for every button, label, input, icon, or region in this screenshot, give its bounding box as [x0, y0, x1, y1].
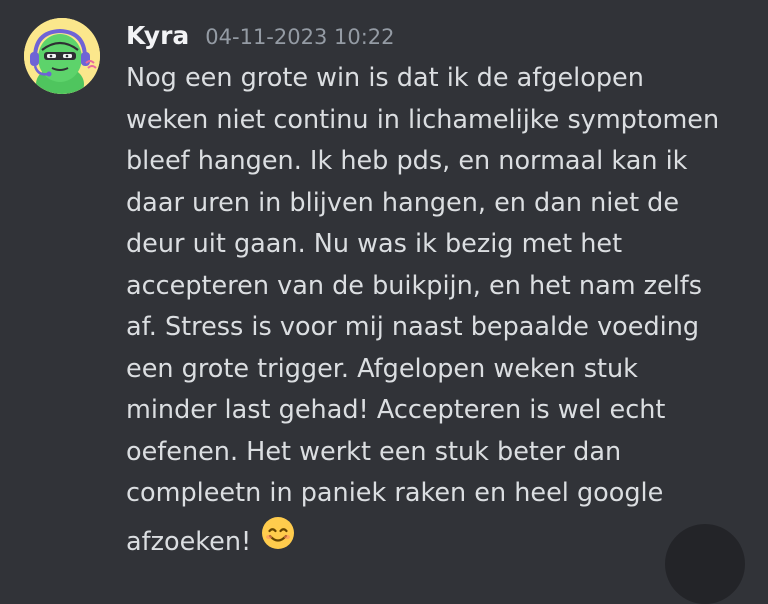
avatar-character-icon	[24, 18, 100, 94]
message-line: compleetn in paniek raken en heel google	[126, 478, 664, 508]
round-action-button[interactable]	[665, 524, 745, 604]
chat-message: Kyra 04-11-2023 10:22 Nog een grote win …	[0, 0, 768, 604]
message-line: bleef hangen. Ik heb pds, en normaal kan…	[126, 146, 688, 176]
message-timestamp[interactable]: 04-11-2023 10:22	[205, 19, 394, 55]
message-line: Nog een grote win is dat ik de afgelopen	[126, 63, 644, 93]
user-avatar[interactable]	[24, 18, 100, 94]
message-line: daar uren in blijven hangen, en dan niet…	[126, 187, 680, 218]
message-line: een grote trigger. Afgelopen weken stuk	[126, 353, 638, 384]
message-last-line: afzoeken!	[126, 516, 746, 564]
message-line: minder last gehad! Accepteren is wel ech…	[126, 395, 666, 425]
message-line: accepteren van de buikpijn, en het nam z…	[126, 270, 703, 301]
message-line: af. Stress is voor mij naast bepaalde vo…	[126, 312, 700, 342]
message-line: deur uit gaan. Nu was ik bezig met het	[126, 229, 623, 259]
message-line: oefenen. Het werkt een stuk beter dan	[126, 436, 622, 467]
message-line: weken niet continu in lichamelijke sympt…	[126, 104, 720, 135]
author-name[interactable]: Kyra	[126, 18, 189, 54]
message-header: Kyra 04-11-2023 10:22	[126, 18, 395, 54]
message-content: Nog een grote win is dat ik de afgelopen…	[126, 58, 746, 560]
message-line: afzoeken!	[126, 526, 252, 557]
smiling-face-emoji-icon[interactable]	[261, 516, 295, 564]
